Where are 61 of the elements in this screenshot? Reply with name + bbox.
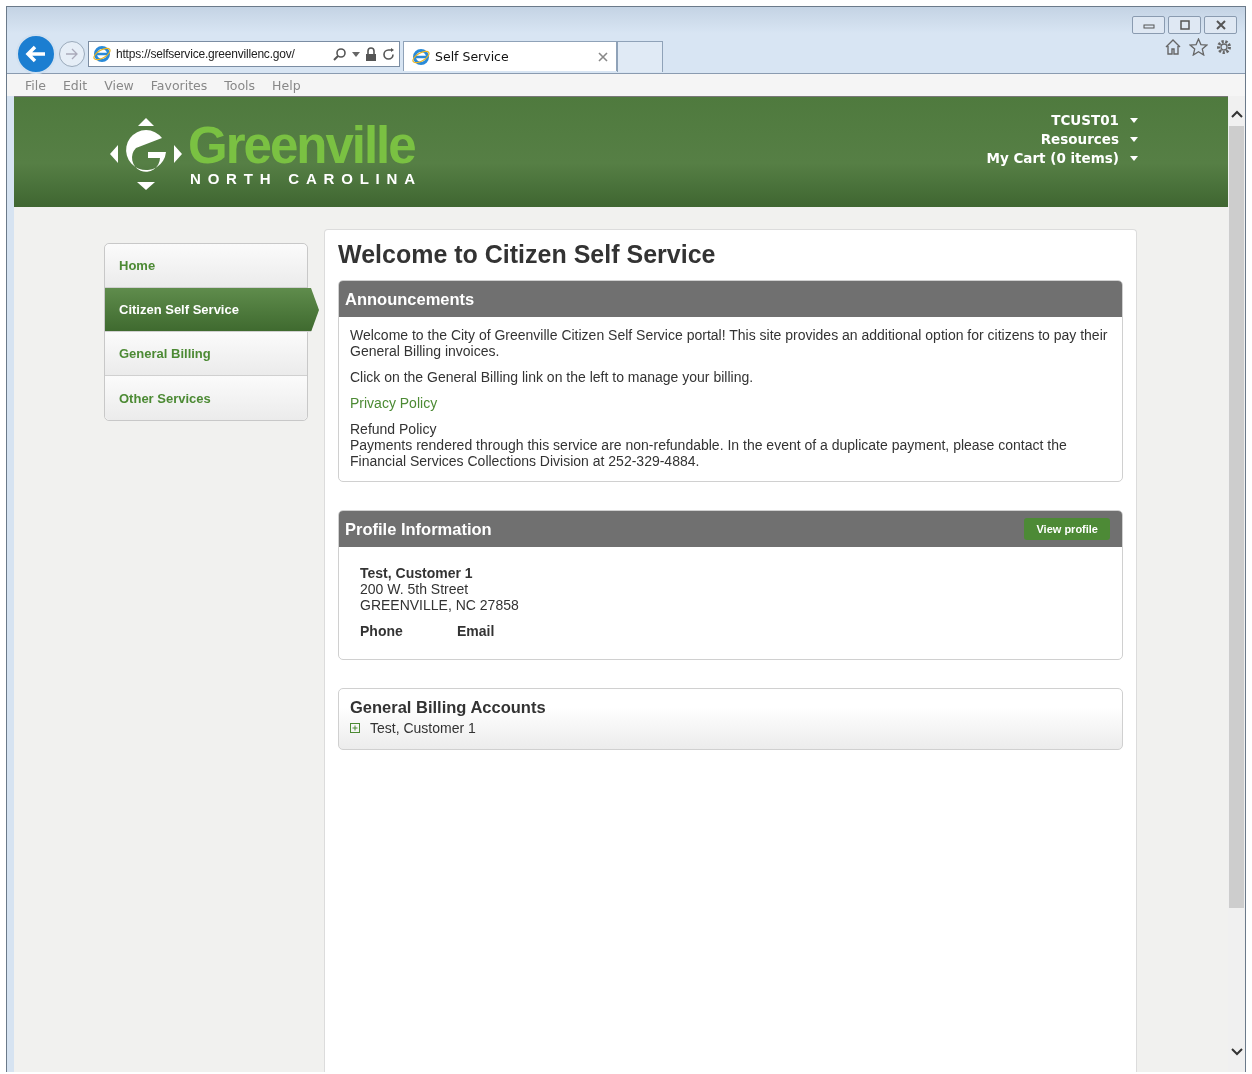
home-icon[interactable] — [1164, 38, 1182, 56]
header-menu-link[interactable]: My Cart (0 items) — [986, 150, 1138, 166]
nav-item[interactable]: General Billing — [105, 332, 307, 376]
menu-item[interactable]: Edit — [62, 77, 88, 93]
menu-item[interactable]: Favorites — [150, 77, 208, 93]
scroll-down-icon[interactable] — [1230, 1048, 1243, 1056]
globe-e-icon — [93, 45, 111, 63]
refresh-icon[interactable] — [382, 47, 395, 61]
caret-icon — [1130, 155, 1138, 161]
scroll-up-icon[interactable] — [1230, 110, 1243, 118]
browser-tab[interactable]: Self Service — [403, 41, 617, 71]
search-icon[interactable] — [333, 47, 347, 61]
phone-label: Phone — [360, 623, 404, 639]
tab-title: Self Service — [435, 49, 510, 64]
back-arrow-icon — [25, 45, 47, 63]
customer-name: Test, Customer 1 — [360, 565, 474, 581]
panel-title: Profile Information — [345, 519, 492, 539]
menu-item[interactable]: Tools — [224, 77, 256, 93]
maximize-button[interactable] — [1168, 16, 1201, 34]
nav-item[interactable]: Citizen Self Service — [105, 288, 319, 332]
maximize-icon — [1178, 20, 1191, 30]
minimize-button[interactable] — [1132, 16, 1165, 34]
address-text: https://selfservice.greenvillenc.gov/ — [116, 47, 296, 61]
view-profile-button[interactable]: View profile — [1024, 518, 1110, 540]
nav-item[interactable]: Home — [105, 244, 307, 288]
page-title: Welcome to Citizen Self Service — [338, 240, 717, 269]
menu-item[interactable]: View — [104, 77, 134, 93]
panel-title: Announcements — [345, 289, 475, 309]
announcement-text: Welcome to the City of Greenville Citizen Self Service portal! This site provides an additional option for citizens to pay their General Billing invoices. — [350, 327, 1109, 359]
logo-name: Greenville — [188, 121, 416, 170]
header-menu-link[interactable]: TCUST01 — [1051, 112, 1138, 128]
privacy-policy-link[interactable]: Privacy Policy — [350, 395, 438, 411]
dropdown-caret-icon[interactable] — [352, 51, 360, 57]
menu-item[interactable]: File — [25, 77, 46, 93]
close-icon — [1214, 20, 1227, 30]
back-button[interactable] — [16, 34, 56, 74]
header-menu-link[interactable]: Resources — [1040, 131, 1138, 147]
address-line: 200 W. 5th Street — [360, 581, 470, 597]
announcement-text: Click on the General Billing link on the left to manage your billing. — [350, 369, 755, 385]
expander-icon[interactable] — [350, 723, 360, 733]
globe-e-icon — [412, 47, 430, 66]
address-line: GREENVILLE, NC 27858 — [360, 597, 520, 613]
panel-title: General Billing Accounts — [350, 698, 547, 717]
menu-item[interactable]: Help — [272, 77, 301, 93]
forward-arrow-icon — [65, 48, 79, 60]
account-name[interactable]: Test, Customer 1 — [370, 720, 476, 736]
close-button[interactable] — [1204, 16, 1237, 34]
logo-mark-icon — [108, 116, 184, 192]
star-icon[interactable] — [1189, 38, 1208, 56]
minimize-icon — [1142, 21, 1155, 29]
nav-item[interactable]: Other Services — [105, 376, 307, 420]
refund-policy-title: Refund Policy — [350, 421, 438, 437]
settings-icon[interactable] — [1215, 38, 1233, 56]
refund-policy-text: Payments rendered through this service are non-refundable. In the event of a duplicate payment, please contact the Financial Services Collections Division at 252-329-4884. — [350, 437, 1068, 469]
close-icon[interactable] — [598, 51, 608, 62]
address-bar[interactable]: https://selfservice.greenvillenc.gov/ — [88, 41, 400, 67]
caret-icon — [1130, 136, 1138, 142]
caret-icon — [1130, 117, 1138, 123]
email-label: Email — [457, 623, 495, 639]
lock-icon — [365, 47, 377, 61]
logo-subtitle: NORTH CAROLINA — [190, 169, 422, 187]
